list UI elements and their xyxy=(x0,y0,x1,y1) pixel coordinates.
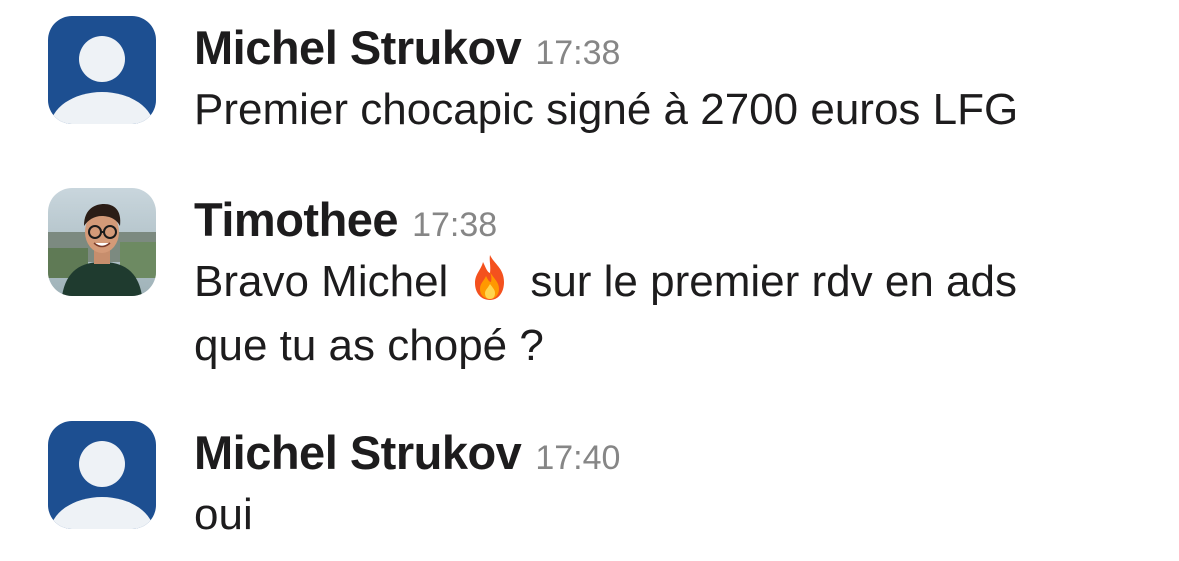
message-header: Michel Strukov 17:40 xyxy=(194,425,1159,481)
message-line: Premier chocapic signé à 2700 euros LFG xyxy=(194,85,1019,134)
message-text: Premier chocapic signé à 2700 euros LFG xyxy=(194,78,1159,142)
message-text-segment: sur le premier rdv en ads xyxy=(530,257,1017,306)
message-line: Bravo Michel sur le premier rdv en ads xyxy=(194,250,1159,314)
default-user-avatar-icon xyxy=(48,421,156,529)
message-line: oui xyxy=(194,490,253,539)
message-body: Michel Strukov 17:40 oui xyxy=(194,425,1159,547)
avatar[interactable] xyxy=(48,188,156,296)
message-body: Michel Strukov 17:38 Premier chocapic si… xyxy=(194,20,1159,142)
timestamp[interactable]: 17:38 xyxy=(412,206,497,245)
message-body: Timothee 17:38 Bravo Michel sur le premi… xyxy=(194,192,1159,378)
timestamp[interactable]: 17:38 xyxy=(535,34,620,73)
message-header: Timothee 17:38 xyxy=(194,192,1159,248)
message-text: oui xyxy=(194,483,1159,547)
avatar[interactable] xyxy=(48,16,156,124)
avatar[interactable] xyxy=(48,421,156,529)
message-header: Michel Strukov 17:38 xyxy=(194,20,1159,76)
message-text: Bravo Michel sur le premier rdv en ads q… xyxy=(194,250,1159,378)
fire-emoji-icon xyxy=(464,252,516,304)
message-line: que tu as chopé ? xyxy=(194,321,544,370)
timestamp[interactable]: 17:40 xyxy=(535,439,620,478)
message-text-segment: Bravo Michel xyxy=(194,257,449,306)
author-name[interactable]: Michel Strukov xyxy=(194,425,522,480)
default-user-avatar-icon xyxy=(48,16,156,124)
user-photo-avatar-icon xyxy=(48,188,156,296)
author-name[interactable]: Timothee xyxy=(194,192,399,247)
author-name[interactable]: Michel Strukov xyxy=(194,20,522,75)
